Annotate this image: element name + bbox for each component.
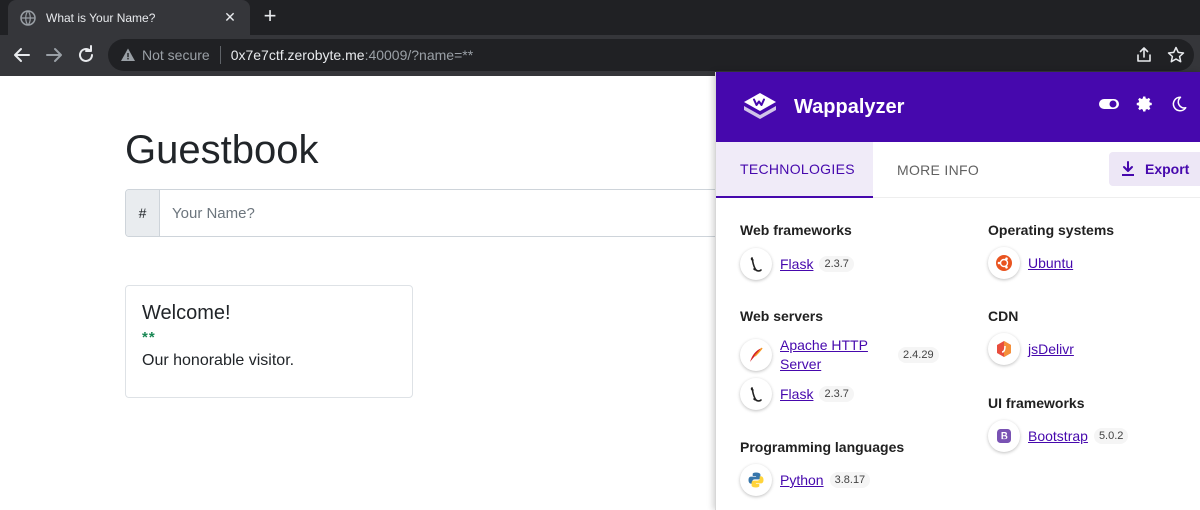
tech-item-jsdelivr[interactable]: jsDelivr	[988, 333, 1074, 365]
category-operating-systems: Operating systems	[988, 222, 1115, 238]
forward-arrow-icon[interactable]	[42, 43, 66, 67]
category-web-servers: Web servers	[740, 308, 824, 324]
reload-icon[interactable]	[74, 43, 98, 67]
tech-name[interactable]: Apache HTTP Server	[780, 336, 892, 374]
browser-tab[interactable]: What is Your Name? ✕	[8, 0, 250, 35]
tech-name[interactable]: Ubuntu	[1028, 255, 1073, 271]
card-body-text: Our honorable visitor.	[142, 352, 295, 369]
back-arrow-icon[interactable]	[10, 43, 34, 67]
tech-column-left: Web frameworks Flask 2.3.7 Web servers A…	[740, 0, 980, 510]
flask-icon	[740, 378, 772, 410]
name-input[interactable]	[160, 190, 724, 236]
globe-icon	[20, 9, 36, 26]
flask-icon	[740, 248, 772, 280]
tech-item-ubuntu[interactable]: Ubuntu	[988, 247, 1073, 279]
category-cdn: CDN	[988, 308, 1019, 324]
warning-icon[interactable]	[120, 47, 136, 63]
tech-version: 3.8.17	[829, 472, 871, 488]
tab-close-icon[interactable]: ✕	[222, 9, 238, 26]
tech-version: 2.4.29	[898, 347, 939, 363]
bootstrap-icon	[988, 420, 1020, 452]
tech-version: 2.3.7	[819, 386, 854, 402]
tech-version: 5.0.2	[1093, 428, 1129, 444]
tech-item-flask[interactable]: Flask 2.3.7	[740, 248, 854, 280]
new-tab-button[interactable]: +	[258, 4, 282, 28]
tech-name[interactable]: Bootstrap	[1028, 428, 1088, 444]
name-input-group: #	[125, 189, 725, 237]
tab-title: What is Your Name?	[46, 10, 156, 25]
tech-item-bootstrap[interactable]: Bootstrap 5.0.2	[988, 420, 1129, 452]
tech-name[interactable]: Python	[780, 472, 824, 488]
tech-name[interactable]: Flask	[780, 386, 813, 402]
category-programming-languages: Programming languages	[740, 439, 905, 455]
category-ui-frameworks: UI frameworks	[988, 395, 1085, 411]
tech-item-apache[interactable]: Apache HTTP Server 2.4.29	[740, 336, 939, 374]
welcome-card: Welcome! ** Our honorable visitor.	[125, 285, 413, 398]
not-secure-label[interactable]: Not secure	[142, 47, 210, 63]
tech-version: 2.3.7	[819, 256, 854, 272]
python-icon	[740, 464, 772, 496]
card-heading: Welcome!	[142, 302, 231, 324]
tech-item-flask-server[interactable]: Flask 2.3.7	[740, 378, 854, 410]
url-host: 0x7e7ctf.zerobyte.me	[230, 47, 365, 63]
tech-column-right: Operating systems Ubuntu CDN jsDelivr UI…	[988, 0, 1193, 510]
ubuntu-icon	[988, 247, 1020, 279]
apache-feather-icon	[740, 339, 772, 371]
tech-name[interactable]: jsDelivr	[1028, 341, 1074, 357]
url-path: :40009/?name=**	[364, 47, 474, 63]
jsdelivr-icon	[988, 333, 1020, 365]
category-web-frameworks: Web frameworks	[740, 222, 852, 238]
tech-name[interactable]: Flask	[780, 256, 813, 272]
tech-item-python[interactable]: Python 3.8.17	[740, 464, 871, 496]
visitor-name: **	[142, 329, 156, 346]
input-prefix: #	[126, 190, 160, 236]
page-title: Guestbook	[125, 128, 319, 172]
url-divider	[219, 46, 221, 64]
